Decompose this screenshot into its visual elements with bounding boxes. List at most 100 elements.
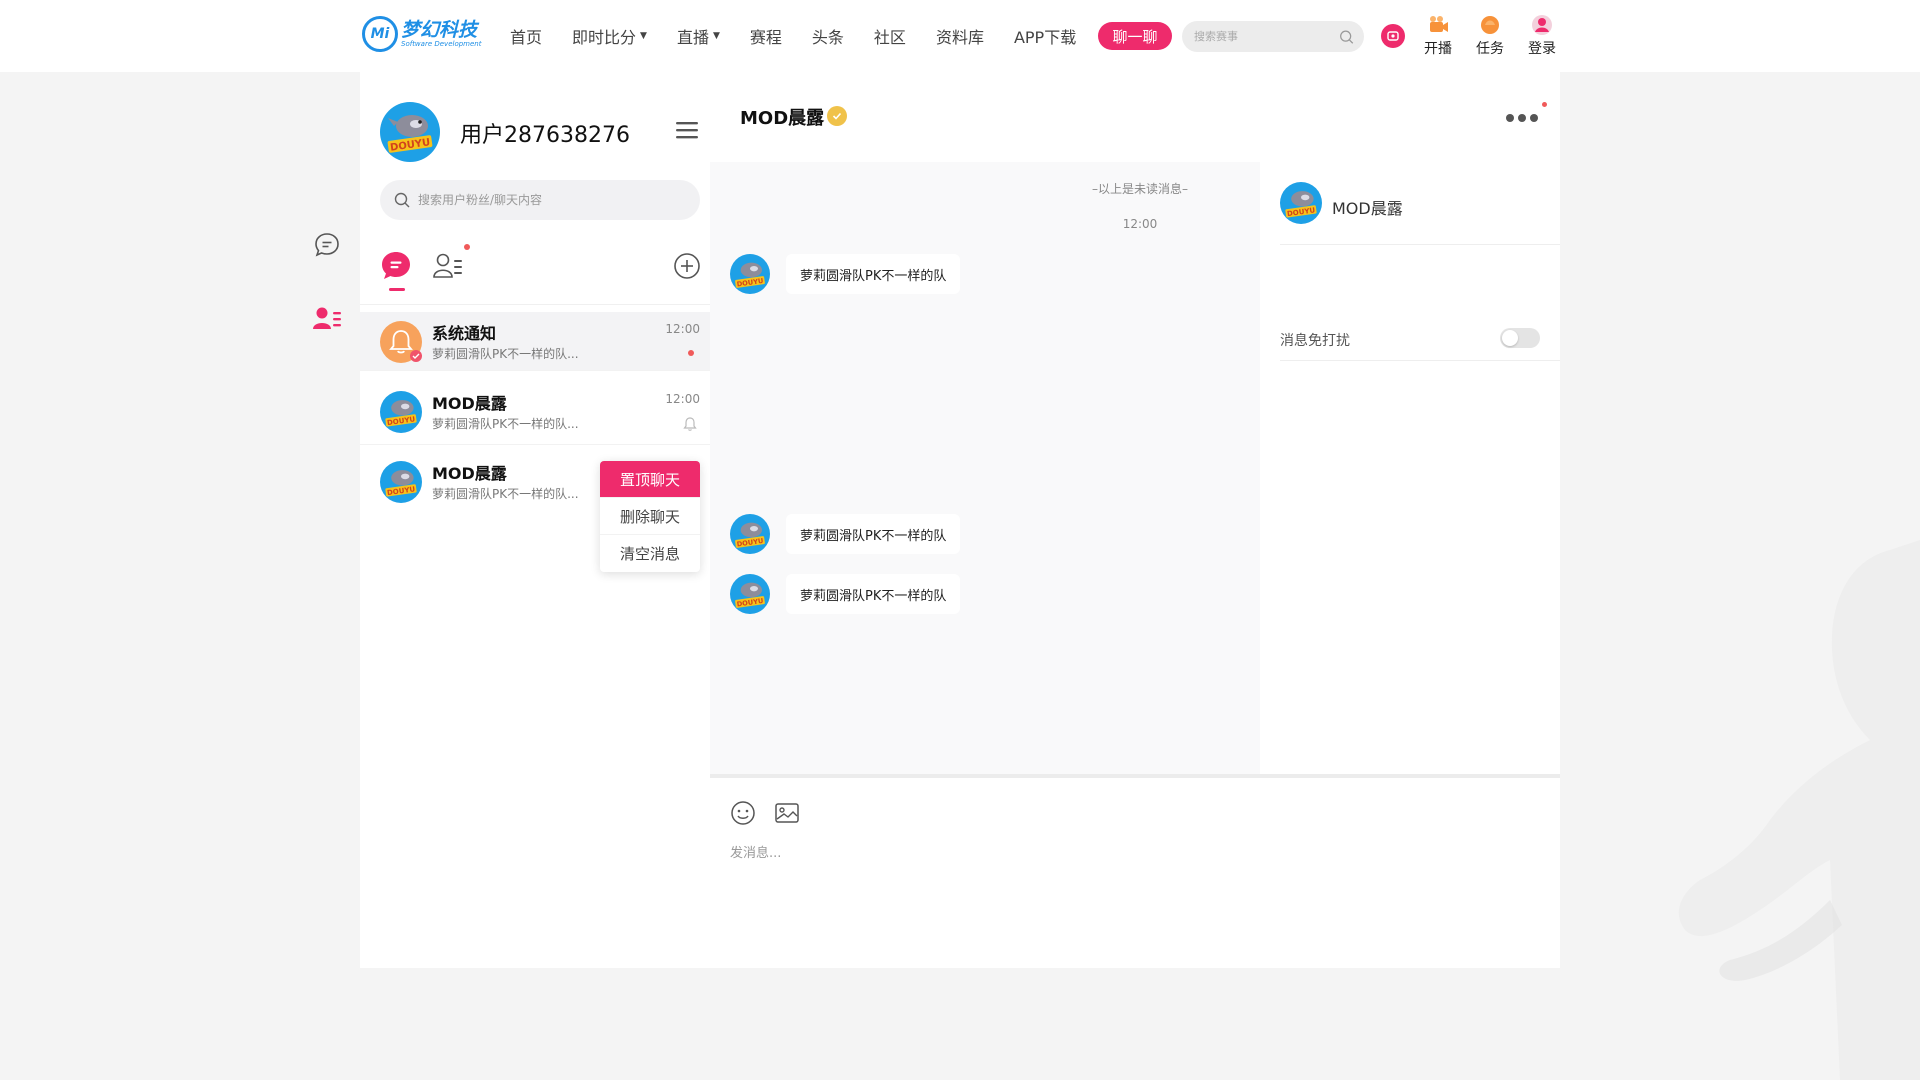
- contact-name: MOD晨露: [1332, 199, 1403, 218]
- message-bubble[interactable]: 萝莉圆滑队PK不一样的队: [786, 574, 961, 614]
- nav-live-scores[interactable]: 即时比分 ▼: [572, 24, 647, 48]
- info-divider: [1280, 360, 1560, 361]
- search-icon[interactable]: [1339, 28, 1354, 46]
- login-button[interactable]: 登录: [1521, 14, 1563, 58]
- broadcast-button[interactable]: 开播: [1417, 14, 1459, 58]
- task-icon: [1481, 16, 1499, 34]
- clear-messages-menu-item[interactable]: 清空消息: [600, 535, 700, 572]
- user-login-icon: [1532, 15, 1552, 35]
- nav-headlines[interactable]: 头条: [812, 24, 844, 48]
- nav-community[interactable]: 社区: [874, 24, 906, 48]
- login-label: 登录: [1528, 41, 1556, 57]
- nav-schedule[interactable]: 赛程: [750, 24, 782, 48]
- douyu-avatar[interactable]: DOUYU: [730, 574, 770, 614]
- nav-schedule-label: 赛程: [749, 28, 782, 47]
- current-username: 用户287638276: [460, 123, 630, 148]
- conversation-name: MOD晨露: [432, 394, 507, 413]
- chat-header: MOD晨露: [710, 72, 1560, 162]
- douyu-avatar[interactable]: DOUYU: [730, 514, 770, 554]
- main-nav: 首页 即时比分 ▼ 直播 ▼ 赛程 头条 社区 资料库 APP下载: [510, 0, 1106, 72]
- message-bubble[interactable]: 萝莉圆滑队PK不一样的队: [786, 514, 961, 554]
- active-tab-indicator: [389, 288, 405, 291]
- conversation-search-input[interactable]: [418, 193, 686, 207]
- add-conversation-icon[interactable]: [673, 252, 701, 280]
- more-options-icon[interactable]: [1504, 110, 1540, 126]
- nav-headlines-label: 头条: [811, 28, 844, 47]
- nav-home[interactable]: 首页: [510, 24, 542, 48]
- top-navbar: Mi 梦幻科技 Software Development 首页 即时比分 ▼ 直播…: [0, 0, 1920, 72]
- unread-dot: [688, 350, 694, 356]
- emoji-icon[interactable]: [730, 800, 756, 826]
- caret-down-icon: ▼: [712, 31, 720, 41]
- search-icon: [394, 192, 410, 208]
- conversation-preview: 萝莉圆滑队PK不一样的队...: [432, 417, 579, 431]
- message-row: DOUYU 萝莉圆滑队PK不一样的队: [730, 574, 961, 614]
- douyu-avatar[interactable]: DOUYU: [730, 254, 770, 294]
- conversation-name: 系统通知: [432, 324, 497, 343]
- nav-database-label: 资料库: [935, 28, 984, 47]
- do-not-disturb-label: 消息免打扰: [1280, 333, 1350, 349]
- nav-live-label: 直播: [676, 28, 709, 47]
- douyu-avatar[interactable]: DOUYU: [1280, 182, 1322, 224]
- nav-database[interactable]: 资料库: [936, 24, 984, 48]
- caret-down-icon: ▼: [640, 31, 647, 41]
- task-button[interactable]: 任务: [1469, 14, 1511, 58]
- image-upload-icon[interactable]: [774, 800, 800, 826]
- hamburger-menu-icon[interactable]: [676, 120, 698, 140]
- promo-icon[interactable]: [1381, 24, 1405, 48]
- conversation-name: MOD晨露: [432, 464, 507, 483]
- brand-name-en: Software Development: [401, 39, 482, 48]
- logo-mark-icon: Mi: [362, 16, 398, 52]
- chat-title: MOD晨露: [740, 108, 825, 129]
- more-options-dot: [1542, 102, 1547, 107]
- nav-home-label: 首页: [510, 28, 543, 47]
- contacts-unread-dot: [464, 244, 470, 250]
- chat-bubble-icon: [315, 233, 339, 257]
- brand-logo[interactable]: Mi 梦幻科技 Software Development: [362, 16, 481, 52]
- task-label: 任务: [1476, 41, 1504, 57]
- message-bubble[interactable]: 萝莉圆滑队PK不一样的队: [786, 254, 961, 294]
- message-list: –以上是未读消息– 12:00 DOUYU 萝莉圆滑队PK不一样的队 DOUYU…: [710, 162, 1260, 774]
- nav-live[interactable]: 直播 ▼: [677, 24, 720, 48]
- muted-bell-icon: [683, 417, 697, 431]
- contacts-icon: [313, 307, 341, 329]
- nav-app-download-label: APP下载: [1013, 28, 1077, 47]
- system-notice-bell-avatar: [380, 321, 422, 363]
- chat-now-button[interactable]: 聊一聊: [1098, 22, 1172, 50]
- douyu-avatar: DOUYU: [380, 461, 422, 503]
- broadcast-icon: [1430, 16, 1448, 32]
- conversation-sidebar: DOUYU 用户287638276 系统通知 萝莉圆滑队PK不一样的队... 1…: [360, 72, 710, 968]
- verified-badge-icon: [827, 106, 847, 126]
- douyu-avatar: DOUYU: [380, 391, 422, 433]
- conversation-time: 12:00: [665, 322, 700, 336]
- tabs-divider: [360, 304, 710, 305]
- rail-messages[interactable]: [312, 230, 342, 260]
- conversation-context-menu: 置顶聊天 删除聊天 清空消息: [600, 461, 700, 572]
- conversation-divider: [360, 370, 710, 371]
- messaging-panel: DOUYU 用户287638276 系统通知 萝莉圆滑队PK不一样的队... 1…: [360, 72, 1560, 968]
- conversation-preview: 萝莉圆滑队PK不一样的队...: [432, 347, 579, 361]
- chat-info-pane: DOUYU MOD晨露 消息免打扰: [1260, 162, 1560, 774]
- user-avatar[interactable]: DOUYU: [380, 102, 440, 162]
- conversation-preview: 萝莉圆滑队PK不一样的队...: [432, 487, 579, 501]
- logo-text: 梦幻科技 Software Development: [401, 20, 481, 49]
- conversation-item[interactable]: DOUYU MOD晨露 萝莉圆滑队PK不一样的队... 12:00: [360, 382, 710, 440]
- match-search-input[interactable]: [1194, 30, 1339, 43]
- broadcast-label: 开播: [1424, 41, 1452, 57]
- rail-contacts[interactable]: [312, 304, 342, 334]
- delete-chat-menu-item[interactable]: 删除聊天: [600, 498, 700, 535]
- conversation-item[interactable]: 系统通知 萝莉圆滑队PK不一样的队... 12:00: [360, 312, 710, 370]
- brand-name-cn: 梦幻科技: [401, 18, 478, 41]
- conversation-divider: [360, 444, 710, 445]
- conversation-time: 12:00: [665, 392, 700, 406]
- pin-chat-menu-item[interactable]: 置顶聊天: [600, 461, 700, 498]
- conversation-search-box: [380, 180, 700, 220]
- tab-chats[interactable]: [380, 250, 412, 282]
- message-composer: [710, 778, 1560, 968]
- message-row: DOUYU 萝莉圆滑队PK不一样的队: [730, 514, 961, 554]
- do-not-disturb-toggle[interactable]: [1500, 328, 1540, 348]
- tab-contacts[interactable]: [432, 250, 464, 282]
- nav-app-download[interactable]: APP下载: [1014, 24, 1076, 48]
- message-input[interactable]: [730, 842, 1540, 942]
- nav-community-label: 社区: [873, 28, 906, 47]
